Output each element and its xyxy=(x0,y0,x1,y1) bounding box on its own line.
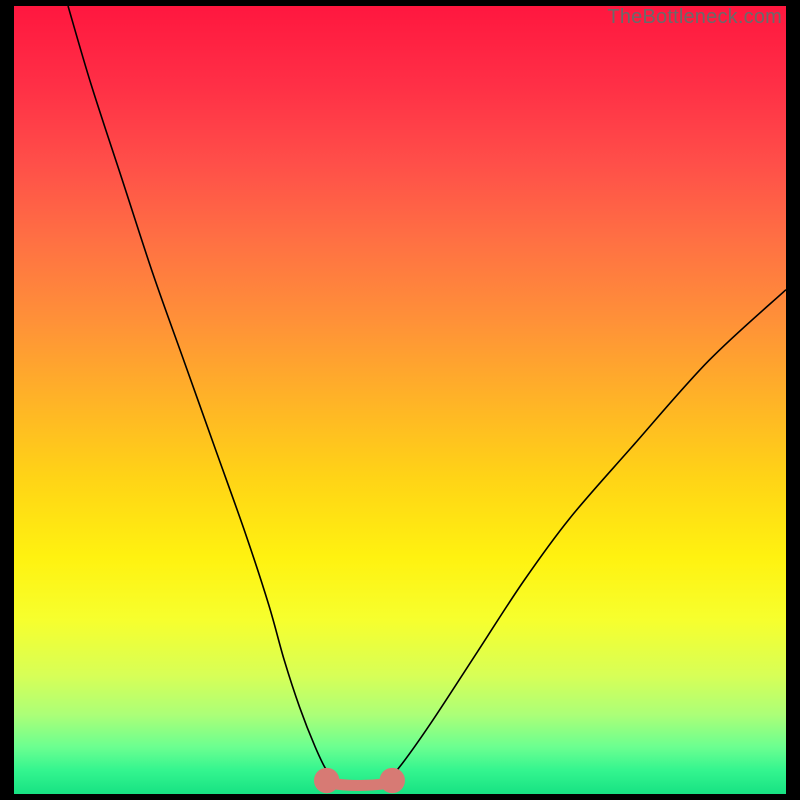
watermark-text: TheBottleneck.com xyxy=(607,6,782,29)
plot-area xyxy=(14,6,786,794)
flat-region-highlight xyxy=(314,768,405,793)
bottleneck-curve xyxy=(14,6,786,794)
chart-stage: TheBottleneck.com xyxy=(0,0,800,800)
curve-path xyxy=(68,6,786,788)
